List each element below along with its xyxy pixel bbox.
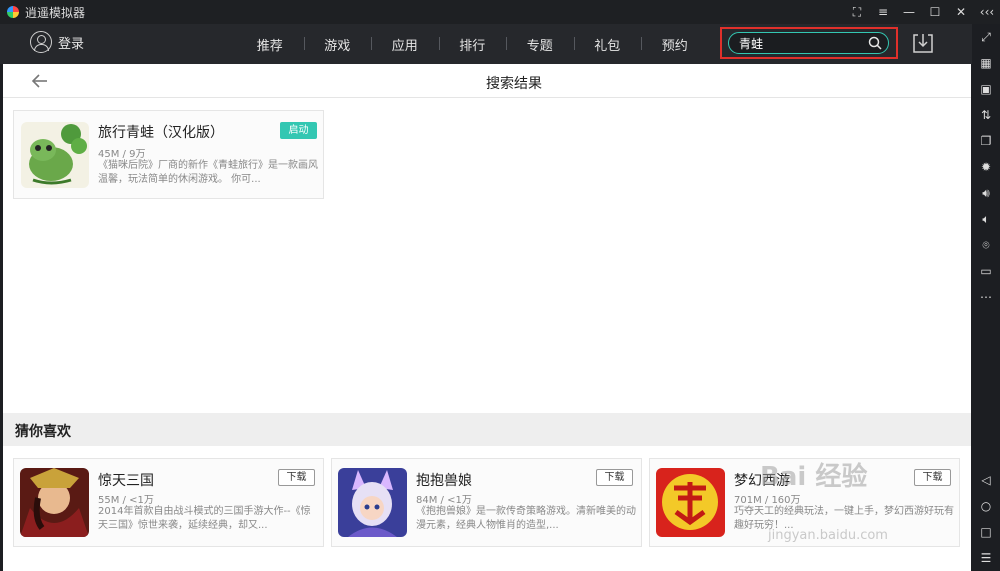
android-menu-icon[interactable]: ☰ [978,550,994,566]
page-title: 搜索结果 [486,76,542,92]
app-logo-icon [7,6,19,18]
top-header: 登录 推荐 游戏 应用 排行 专题 礼包 预约 [0,24,972,64]
volume-up-icon[interactable]: 🔊︎ [978,185,994,201]
main-content: 搜索结果 旅行青蛙（汉化版） 45M / 9万 《猫咪后院》厂商的新作《青蛙旅行… [3,64,971,571]
download-button[interactable]: 下载 [596,469,633,486]
android-back-icon[interactable]: ◁ [978,472,994,488]
game-icon-menghuanxiyou [656,468,725,537]
download-button[interactable]: 下载 [914,469,951,486]
nav-ranking[interactable]: 排行 [438,35,507,54]
recommend-card[interactable]: 抱抱兽娘 84M / <1万 《抱抱兽娘》是一款传奇策略游戏。清新唯美的动漫元素… [331,458,642,547]
nav-games[interactable]: 游戏 [303,35,372,54]
maximize-icon[interactable]: ☐ [922,5,948,19]
section-title: 猜你喜欢 [15,424,71,440]
nav-reserve[interactable]: 预约 [641,35,709,54]
app-meta: 701M / 160万 [734,495,801,506]
game-icon-baobaoshouniang [338,468,407,537]
android-recent-icon[interactable]: □ [978,524,994,540]
frog-game-icon [21,122,89,188]
app-description: 2014年首款自由战斗模式的三国手游大作--《惊天三国》惊世来袭，延续经典，却又… [98,506,311,531]
emulator-toolbar: ⤢ ▦ ▣ ⇅ ❐ ✹ 🔊︎ 🔈︎ ⌾ ▭ ⋯ ◁ ○ □ ☰ [972,24,1000,571]
baidu-watermark-url: jingyan.baidu.com [768,528,888,543]
collapse-sidebar-icon[interactable]: ‹‹‹ [974,5,1000,19]
minimize-icon[interactable]: — [896,5,922,19]
game-icon-jingtiansanguo [20,468,89,537]
keyboard-icon[interactable]: ▦ [978,55,994,71]
location-icon[interactable]: ⌾ [978,237,994,253]
menu-icon[interactable]: ≡ [870,5,896,19]
search-result-card[interactable]: 旅行青蛙（汉化版） 45M / 9万 《猫咪后院》厂商的新作《青蛙旅行》是一款画… [13,110,324,199]
app-meta: 84M / <1万 [416,495,472,506]
search-icon[interactable] [868,36,882,50]
user-avatar-icon [30,31,52,53]
app-name: 旅行青蛙（汉化版） [98,125,224,141]
baidu-watermark: Bai 经验 [760,462,868,492]
download-button[interactable]: 下载 [278,469,315,486]
window-title: 逍遥模拟器 [25,5,86,20]
search-box[interactable] [728,32,889,54]
download-manager-icon[interactable] [911,31,935,55]
app-meta: 45M / 9万 [98,149,146,160]
app-name: 抱抱兽娘 [416,473,472,489]
nav-gifts[interactable]: 礼包 [573,35,642,54]
volume-down-icon[interactable]: 🔈︎ [978,211,994,227]
app-meta: 55M / <1万 [98,495,154,506]
main-nav: 推荐 游戏 应用 排行 专题 礼包 预约 [236,24,709,64]
app-description: 《猫咪后院》厂商的新作《青蛙旅行》是一款画风温馨，玩法简单的休闲游戏。 你可..… [98,160,318,185]
nav-topics[interactable]: 专题 [506,35,574,54]
window-controls: ⛶ ≡ — ☐ ✕ ‹‹‹ [844,0,1000,24]
fullscreen-icon[interactable]: ⛶ [844,5,870,20]
app-name: 惊天三国 [98,473,154,489]
folder-icon[interactable]: ▭ [978,263,994,279]
multi-window-icon[interactable]: ❐ [978,133,994,149]
search-input[interactable] [739,35,859,51]
more-options-icon[interactable]: ⋯ [978,289,994,305]
close-icon[interactable]: ✕ [948,5,974,19]
android-home-icon[interactable]: ○ [978,498,994,514]
app-description: 《抱抱兽娘》是一款传奇策略游戏。清新唯美的动漫元素，经典人物惟肖的造型,... [416,506,636,531]
settings-gear-icon[interactable]: ✹ [978,159,994,175]
login-label: 登录 [58,36,85,52]
nav-apps[interactable]: 应用 [371,35,439,54]
screen-rotate-icon[interactable]: ⇅ [978,107,994,123]
launch-button[interactable]: 启动 [280,122,317,139]
recommend-section-header: 猜你喜欢 [3,413,971,446]
nav-recommend[interactable]: 推荐 [236,35,304,54]
results-header: 搜索结果 [3,64,971,98]
fullscreen-toggle-icon[interactable]: ⤢ [978,29,994,45]
recommend-card[interactable]: 惊天三国 55M / <1万 2014年首款自由战斗模式的三国手游大作--《惊天… [13,458,324,547]
login-button[interactable]: 登录 [30,31,84,53]
